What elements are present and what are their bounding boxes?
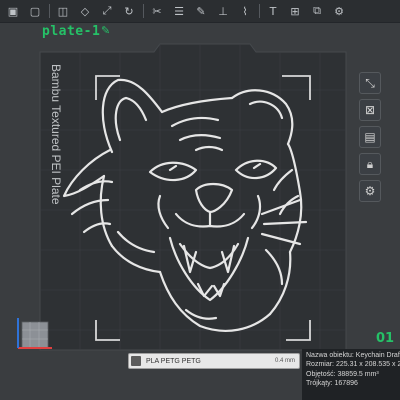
plate-side-toolbar: ⤡ ⊠ ▤ 🔒︎ ⚙ [358,72,382,207]
build-plate-viewport[interactable]: Bambu Textured PEI Plate [0,0,400,400]
plate-name[interactable]: plate-1 [42,24,100,39]
axis-gizmo [17,318,52,349]
object-triangles: Trójkąty: 167896 [306,379,358,387]
filament-info: 0.4 mm [274,358,295,364]
filament-selector[interactable]: PLA PETG PETG 0.4 mm [128,353,300,369]
settings-icon[interactable]: ⚙ [359,180,381,202]
filament-label: PLA PETG PETG [146,357,201,365]
arrange-icon[interactable]: ⊠ [359,99,381,121]
object-info-panel: Nazwa obiektu: Keychain Draft Rozmiar: 2… [302,349,400,400]
object-size: Rozmiar: 225.31 x 208.535 x 2 [306,361,400,369]
object-name: Nazwa obiektu: Keychain Draft [306,352,400,359]
plate-label: Bambu Textured PEI Plate [49,64,63,205]
lock-icon[interactable]: 🔒︎ [359,153,381,175]
object-volume: Objętość: 38859.5 mm³ [306,370,379,378]
orient-icon[interactable]: ⤡ [359,72,381,94]
layout-icon[interactable]: ▤ [359,126,381,148]
edit-icon[interactable]: ✎ [101,24,110,37]
filament-swatch [131,356,141,366]
plate-number[interactable]: 01 [376,331,394,346]
